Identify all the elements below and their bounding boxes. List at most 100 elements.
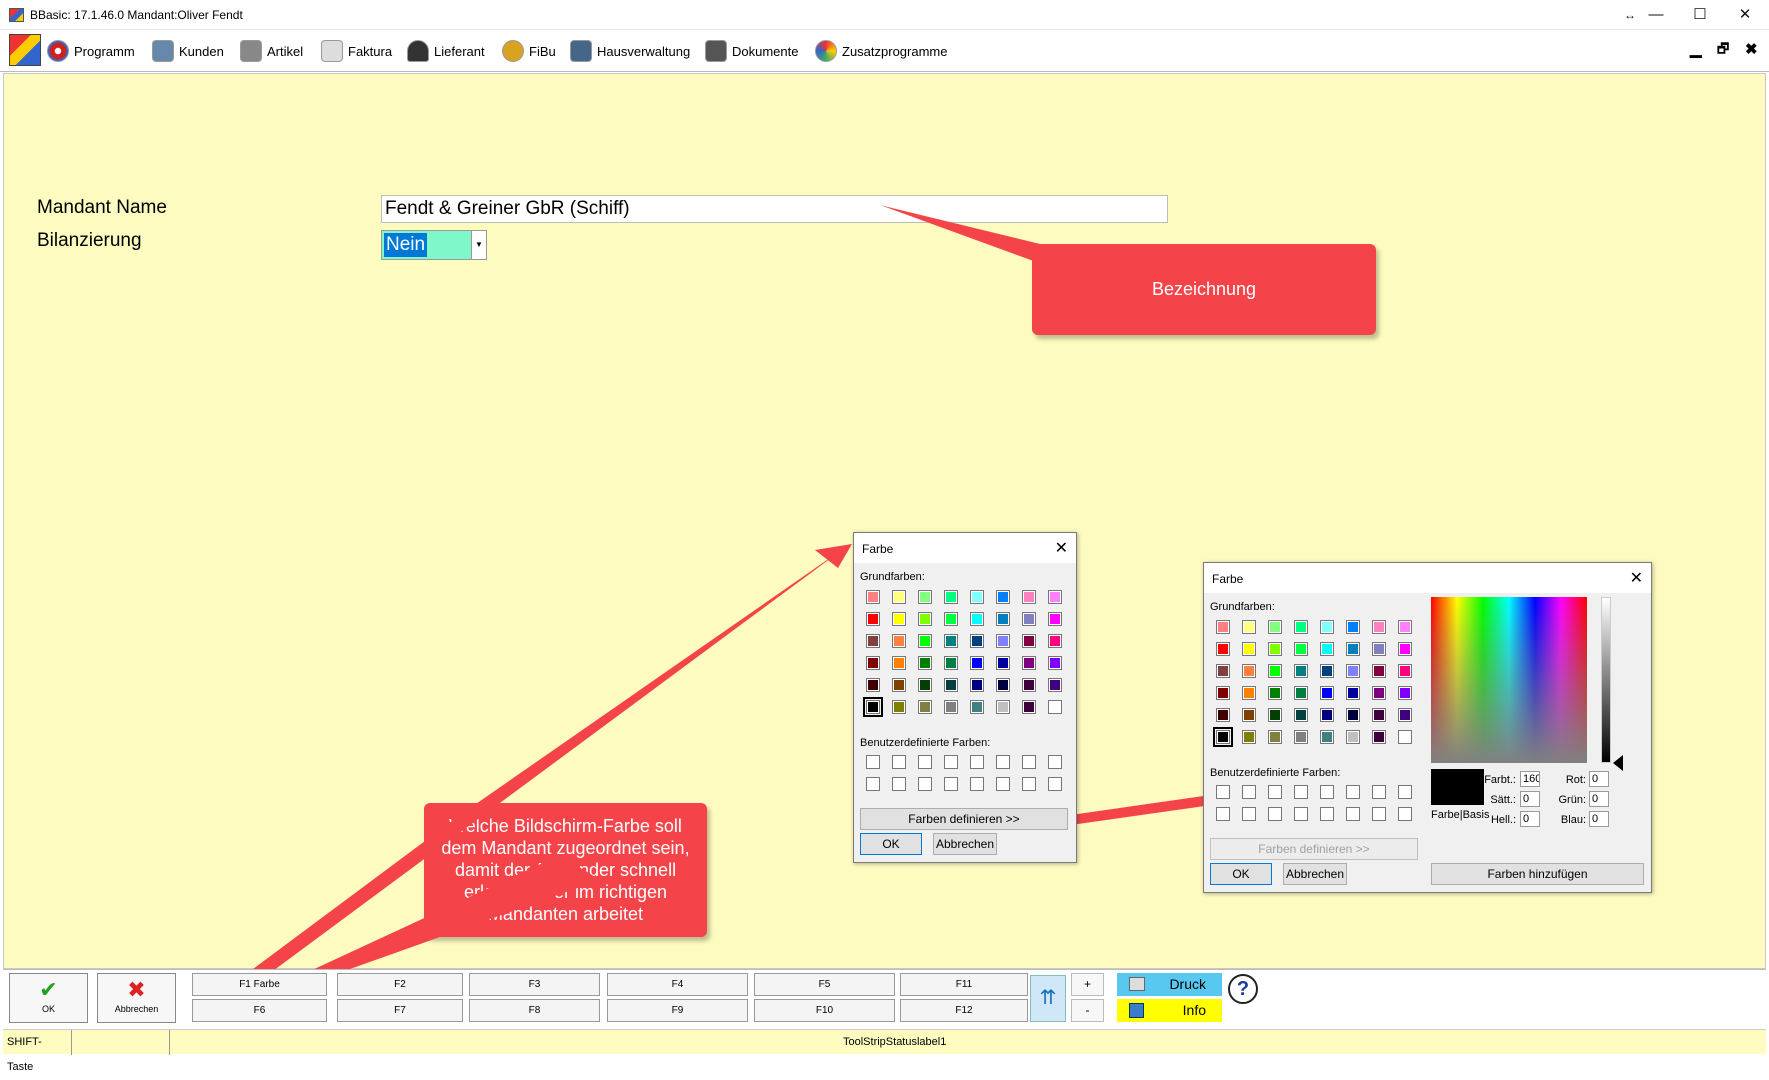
color-swatch[interactable]: [1216, 686, 1230, 700]
color-swatch[interactable]: [944, 700, 958, 714]
color-swatch[interactable]: [996, 678, 1010, 692]
f11-button[interactable]: F11: [900, 973, 1028, 996]
f7-button[interactable]: F7: [337, 999, 463, 1022]
color-swatch[interactable]: [918, 634, 932, 648]
custom-color-swatch[interactable]: [892, 755, 906, 769]
color-swatch[interactable]: [1022, 612, 1036, 626]
color-swatch[interactable]: [1320, 664, 1334, 678]
custom-color-swatch[interactable]: [1022, 755, 1036, 769]
menu-lieferant[interactable]: Lieferant: [407, 38, 485, 64]
color-swatch[interactable]: [1242, 686, 1256, 700]
close-icon[interactable]: ✕: [1630, 568, 1643, 588]
color-swatch[interactable]: [1372, 664, 1386, 678]
luminance-pointer-icon[interactable]: [1613, 755, 1623, 771]
bbasic-logo-icon[interactable]: [9, 34, 41, 66]
saturation-input[interactable]: [1520, 791, 1540, 807]
color-swatch[interactable]: [1216, 664, 1230, 678]
color-swatch[interactable]: [1398, 730, 1412, 744]
color-swatch[interactable]: [1398, 708, 1412, 722]
color-swatch[interactable]: [1022, 590, 1036, 604]
color-swatch[interactable]: [1346, 664, 1360, 678]
color-swatch[interactable]: [918, 590, 932, 604]
custom-color-swatch[interactable]: [1398, 807, 1412, 821]
color-swatch[interactable]: [1346, 642, 1360, 656]
f1-farbe-button[interactable]: F1 Farbe: [192, 973, 327, 996]
color-swatch[interactable]: [1398, 620, 1412, 634]
color-swatch[interactable]: [1346, 730, 1360, 744]
color-swatch[interactable]: [1242, 620, 1256, 634]
color-swatch[interactable]: [918, 678, 932, 692]
color-swatch[interactable]: [1022, 678, 1036, 692]
color-swatch[interactable]: [1346, 686, 1360, 700]
color-swatch[interactable]: [1216, 708, 1230, 722]
custom-color-swatch[interactable]: [1048, 777, 1062, 791]
color-swatch[interactable]: [892, 590, 906, 604]
color-swatch[interactable]: [1294, 708, 1308, 722]
color-swatch[interactable]: [1372, 642, 1386, 656]
f3-button[interactable]: F3: [469, 973, 600, 996]
f9-button[interactable]: F9: [607, 999, 748, 1022]
color-swatch[interactable]: [1320, 708, 1334, 722]
color-swatch[interactable]: [1320, 620, 1334, 634]
color-swatch[interactable]: [1048, 700, 1062, 714]
color-swatch[interactable]: [1268, 708, 1282, 722]
color-swatch[interactable]: [1022, 656, 1036, 670]
plus-button[interactable]: +: [1071, 973, 1104, 996]
color-swatch[interactable]: [866, 634, 880, 648]
dialog-ok-button[interactable]: OK: [1210, 863, 1272, 885]
color-swatch[interactable]: [1048, 656, 1062, 670]
menu-zusatzprogramme[interactable]: Zusatzprogramme: [815, 38, 947, 64]
custom-color-swatch[interactable]: [996, 755, 1010, 769]
custom-color-swatch[interactable]: [1346, 785, 1360, 799]
color-swatch[interactable]: [970, 612, 984, 626]
custom-color-swatch[interactable]: [866, 777, 880, 791]
dialog-cancel-button[interactable]: Abbrechen: [933, 833, 997, 855]
color-swatch[interactable]: [970, 678, 984, 692]
blue-input[interactable]: [1589, 811, 1609, 827]
define-colors-button[interactable]: Farben definieren >>: [1210, 838, 1418, 860]
menu-hausverwaltung[interactable]: Hausverwaltung: [570, 38, 690, 64]
minimize-button[interactable]: —: [1636, 4, 1676, 26]
color-swatch[interactable]: [1213, 727, 1233, 747]
custom-color-swatch[interactable]: [944, 755, 958, 769]
color-swatch[interactable]: [1268, 686, 1282, 700]
scroll-up-icon[interactable]: ⇈: [1030, 975, 1066, 1022]
color-swatch[interactable]: [996, 700, 1010, 714]
green-input[interactable]: [1589, 791, 1609, 807]
custom-color-swatch[interactable]: [1294, 785, 1308, 799]
color-swatch[interactable]: [866, 678, 880, 692]
mdi-minimize-button[interactable]: ▁: [1690, 40, 1702, 58]
menu-fibu[interactable]: FiBu: [502, 38, 556, 64]
color-swatch[interactable]: [1268, 620, 1282, 634]
color-swatch[interactable]: [970, 700, 984, 714]
mdi-close-button[interactable]: ✖: [1745, 40, 1758, 58]
color-spectrum[interactable]: [1431, 597, 1587, 763]
color-swatch[interactable]: [1398, 642, 1412, 656]
color-swatch[interactable]: [944, 656, 958, 670]
luminance-input[interactable]: [1520, 811, 1540, 827]
f2-button[interactable]: F2: [337, 973, 463, 996]
custom-color-swatch[interactable]: [1294, 807, 1308, 821]
luminance-slider[interactable]: [1601, 597, 1611, 763]
dialog-ok-button[interactable]: OK: [860, 833, 922, 855]
menu-dokumente[interactable]: Dokumente: [705, 38, 798, 64]
custom-color-swatch[interactable]: [1216, 785, 1230, 799]
bilanzierung-select[interactable]: Nein ▼: [381, 230, 487, 260]
color-swatch[interactable]: [918, 612, 932, 626]
color-swatch[interactable]: [970, 656, 984, 670]
custom-color-swatch[interactable]: [970, 777, 984, 791]
color-swatch[interactable]: [996, 656, 1010, 670]
color-swatch[interactable]: [1242, 642, 1256, 656]
color-swatch[interactable]: [863, 697, 883, 717]
color-swatch[interactable]: [1294, 642, 1308, 656]
color-swatch[interactable]: [1346, 620, 1360, 634]
color-swatch[interactable]: [1022, 700, 1036, 714]
custom-color-swatch[interactable]: [1216, 807, 1230, 821]
color-swatch[interactable]: [892, 634, 906, 648]
custom-color-swatch[interactable]: [1398, 785, 1412, 799]
color-swatch[interactable]: [1398, 664, 1412, 678]
dropdown-arrow-icon[interactable]: ▼: [471, 231, 486, 259]
custom-color-swatch[interactable]: [1320, 785, 1334, 799]
color-swatch[interactable]: [918, 700, 932, 714]
f12-button[interactable]: F12: [900, 999, 1028, 1022]
